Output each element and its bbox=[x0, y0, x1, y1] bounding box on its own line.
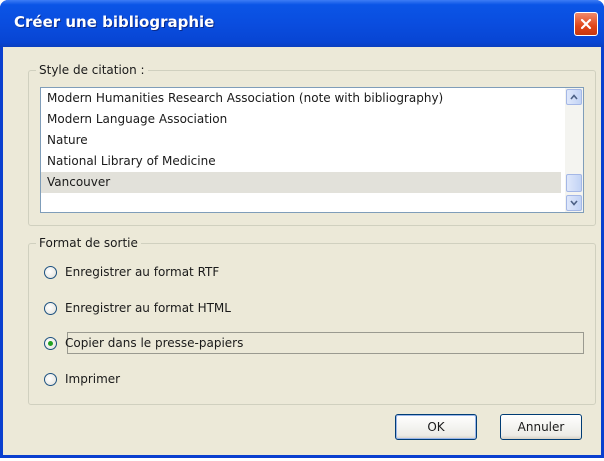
radio-button[interactable] bbox=[44, 265, 57, 279]
radio-label: Copier dans le presse-papiers bbox=[65, 336, 244, 350]
close-button[interactable] bbox=[574, 12, 598, 36]
output-format-group: Format de sortie Enregistrer au format R… bbox=[28, 236, 596, 405]
scroll-up-button[interactable] bbox=[566, 89, 582, 105]
scroll-down-button[interactable] bbox=[566, 195, 582, 211]
radio-button-checked[interactable] bbox=[44, 336, 57, 350]
radio-rtf[interactable]: Enregistrer au format RTF bbox=[44, 261, 219, 283]
dialog-title: Créer une bibliographie bbox=[14, 13, 215, 31]
list-item-selected[interactable]: Vancouver bbox=[41, 172, 561, 193]
radio-label: Enregistrer au format RTF bbox=[65, 265, 220, 279]
list-item[interactable]: Modern Humanities Research Association (… bbox=[41, 88, 561, 109]
title-bar[interactable]: Créer une bibliographie bbox=[0, 0, 604, 47]
radio-button[interactable] bbox=[44, 372, 57, 386]
citation-style-group: Style de citation : Modern Humanities Re… bbox=[28, 63, 596, 226]
scroll-thumb[interactable] bbox=[566, 174, 582, 192]
radio-print[interactable]: Imprimer bbox=[44, 368, 120, 390]
list-item[interactable]: Modern Language Association bbox=[41, 109, 561, 130]
ok-button[interactable]: OK bbox=[395, 414, 477, 440]
list-item[interactable]: Nature bbox=[41, 130, 561, 151]
list-item[interactable]: National Library of Medicine bbox=[41, 151, 561, 172]
radio-clipboard[interactable]: Copier dans le presse-papiers bbox=[44, 332, 243, 354]
cancel-button[interactable]: Annuler bbox=[500, 414, 582, 440]
dialog-window: Créer une bibliographie Style de citatio… bbox=[0, 0, 604, 458]
citation-style-legend: Style de citation : bbox=[36, 63, 148, 77]
list-scrollbar[interactable] bbox=[565, 88, 583, 212]
radio-button[interactable] bbox=[44, 301, 57, 315]
chevron-down-icon bbox=[570, 200, 578, 206]
output-format-legend: Format de sortie bbox=[36, 236, 141, 250]
radio-html[interactable]: Enregistrer au format HTML bbox=[44, 297, 231, 319]
chevron-up-icon bbox=[570, 94, 578, 100]
close-icon bbox=[580, 18, 592, 30]
radio-label: Enregistrer au format HTML bbox=[65, 301, 231, 315]
citation-style-list[interactable]: Modern Humanities Research Association (… bbox=[40, 87, 584, 213]
radio-label: Imprimer bbox=[65, 372, 121, 386]
